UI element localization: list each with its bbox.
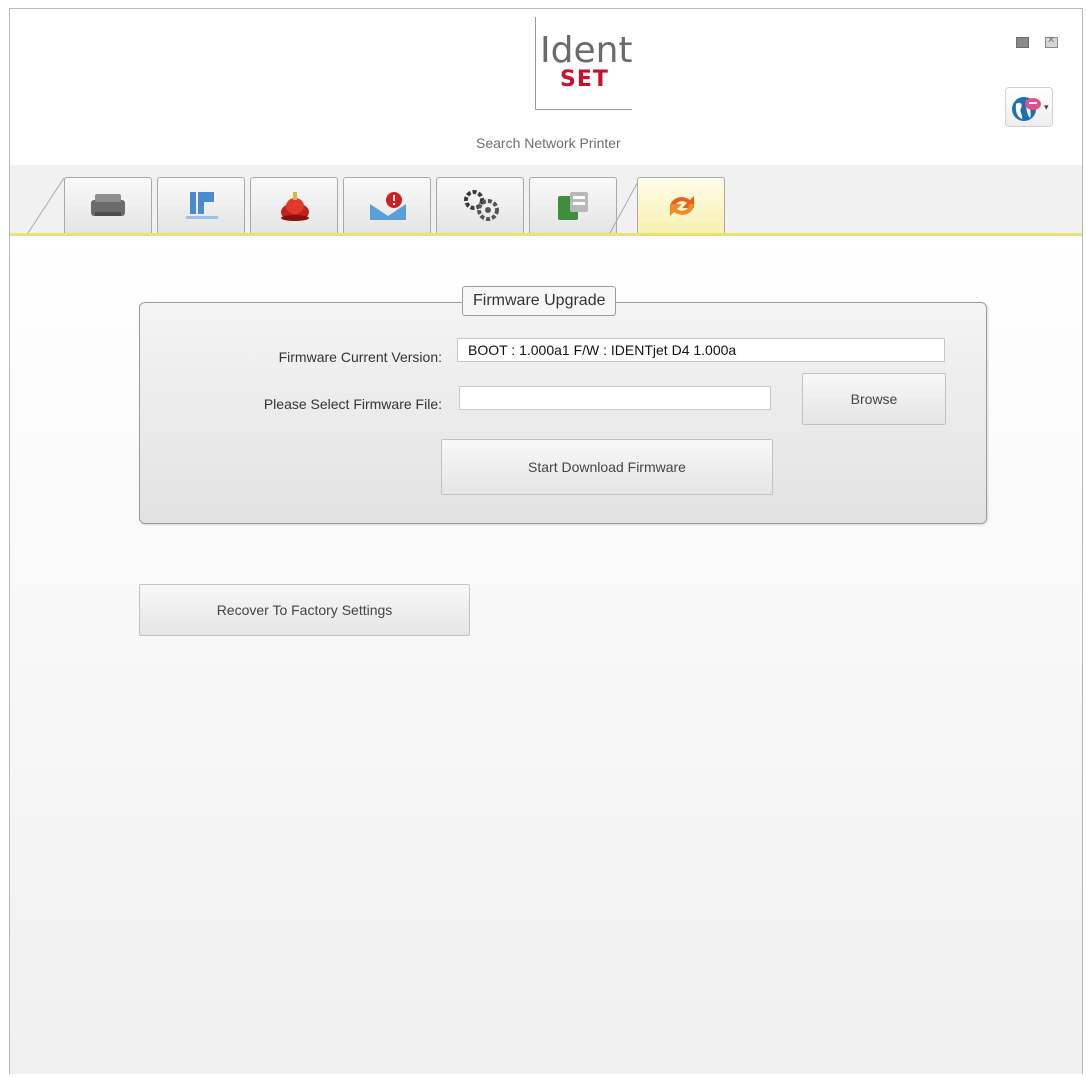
globe-language-icon — [1012, 97, 1041, 121]
tab-printer[interactable] — [64, 177, 152, 233]
email-alert-icon — [370, 192, 406, 220]
app-window: Ident SET Search Network Printer ▾ — [9, 8, 1083, 1074]
identset-logo: Ident SET — [535, 17, 633, 110]
settings-gears-icon — [464, 190, 499, 221]
firmware-file-input[interactable] — [459, 386, 771, 410]
firmware-panel: Firmware Upgrade Firmware Current Versio… — [10, 236, 1082, 1074]
minimize-icon[interactable] — [1015, 35, 1031, 51]
firmware-current-version-label: Firmware Current Version: — [278, 349, 442, 365]
tab-strip-left-edge — [27, 177, 65, 234]
select-firmware-file-label: Please Select Firmware File: — [263, 396, 442, 412]
firmware-upgrade-title: Firmware Upgrade — [462, 286, 617, 316]
language-button[interactable]: ▾ — [1005, 87, 1053, 127]
key-pad-icon — [558, 192, 588, 220]
tab-key-pad[interactable] — [529, 177, 617, 233]
tab-firmware[interactable] — [637, 177, 725, 236]
start-download-firmware-button[interactable]: Start Download Firmware — [441, 439, 773, 495]
logo-set-text: SET — [560, 67, 609, 92]
tab-settings[interactable] — [436, 177, 524, 233]
refresh-arrows-icon — [670, 196, 694, 216]
search-network-printer-link[interactable]: Search Network Printer — [476, 135, 621, 151]
logo-ident-text: Ident — [540, 30, 633, 71]
tab-email-alert[interactable] — [343, 177, 431, 233]
recover-factory-settings-button[interactable]: Recover To Factory Settings — [139, 584, 470, 636]
firmware-current-version-field: BOOT : 1.000a1 F/W : IDENTjet D4 1.000a — [457, 338, 945, 362]
tab-ip-network[interactable] — [157, 177, 245, 233]
alarm-bell-icon — [281, 192, 309, 221]
printer-icon — [91, 194, 125, 216]
ip-network-icon — [186, 192, 218, 219]
header: Ident SET Search Network Printer ▾ — [10, 9, 1082, 166]
tab-alarm[interactable] — [250, 177, 338, 233]
browse-button[interactable]: Browse — [802, 373, 946, 425]
chevron-down-icon: ▾ — [1044, 102, 1049, 112]
close-icon[interactable] — [1044, 35, 1060, 51]
